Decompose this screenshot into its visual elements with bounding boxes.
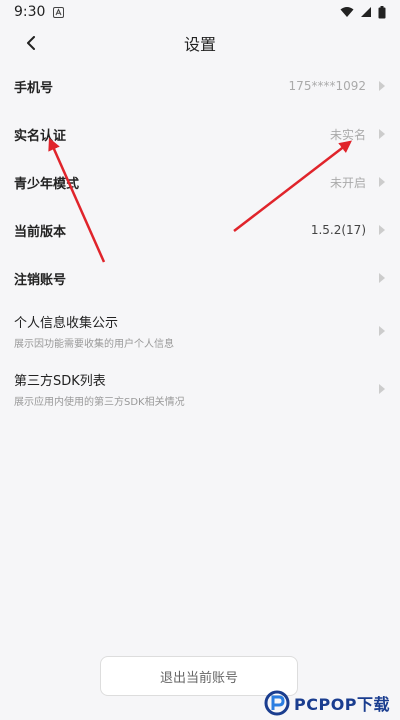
wifi-icon: [340, 6, 354, 18]
phone-number-row[interactable]: 手机号 175****1092: [0, 62, 400, 110]
phone-number-label: 手机号: [14, 80, 54, 96]
chevron-right-icon: [379, 225, 385, 235]
third-party-sdk-desc: 展示应用内使用的第三方SDK相关情况: [14, 397, 185, 408]
header: 设置: [0, 24, 400, 62]
chevron-right-icon: [379, 177, 385, 187]
teen-mode-label: 青少年模式: [14, 176, 80, 192]
back-arrow-icon: [27, 36, 35, 50]
settings-list: 手机号 175****1092 实名认证 未实名 青少年模式 未开启 当前版本 …: [0, 62, 400, 418]
cancel-account-row[interactable]: 注销账号: [0, 254, 400, 302]
pcpop-logo-icon: [264, 690, 290, 716]
back-button[interactable]: [18, 30, 44, 56]
current-version-row[interactable]: 当前版本 1.5.2(17): [0, 206, 400, 254]
chevron-right-icon: [379, 81, 385, 91]
status-bar: 9:30: [0, 0, 400, 24]
status-time: 9:30: [14, 4, 46, 20]
phone-number-value: 175****1092: [288, 79, 366, 93]
current-version-label: 当前版本: [14, 224, 67, 240]
chevron-right-icon: [379, 384, 385, 394]
personal-info-collection-row[interactable]: 个人信息收集公示 展示因功能需要收集的用户个人信息: [0, 302, 400, 360]
watermark-logo: PCPOP下载: [264, 688, 394, 718]
personal-info-collection-desc: 展示因功能需要收集的用户个人信息: [14, 339, 174, 350]
watermark-text: PCPOP下载: [294, 695, 391, 714]
chevron-right-icon: [379, 326, 385, 336]
teen-mode-row[interactable]: 青少年模式 未开启: [0, 158, 400, 206]
chevron-right-icon: [379, 273, 385, 283]
real-name-auth-value: 未实名: [329, 127, 366, 142]
chevron-right-icon: [379, 129, 385, 139]
page-title: 设置: [183, 35, 216, 54]
personal-info-collection-label: 个人信息收集公示: [14, 316, 119, 331]
real-name-auth-label: 实名认证: [14, 128, 67, 144]
logout-label: 退出当前账号: [159, 670, 238, 686]
third-party-sdk-row[interactable]: 第三方SDK列表 展示应用内使用的第三方SDK相关情况: [0, 360, 400, 418]
teen-mode-value: 未开启: [329, 175, 366, 190]
third-party-sdk-label: 第三方SDK列表: [14, 374, 106, 389]
battery-icon: [378, 5, 386, 19]
cancel-account-label: 注销账号: [14, 272, 67, 288]
current-version-value: 1.5.2(17): [310, 223, 366, 237]
real-name-auth-row[interactable]: 实名认证 未实名: [0, 110, 400, 158]
signal-icon: [360, 6, 372, 18]
notification-a-icon: [53, 6, 65, 18]
